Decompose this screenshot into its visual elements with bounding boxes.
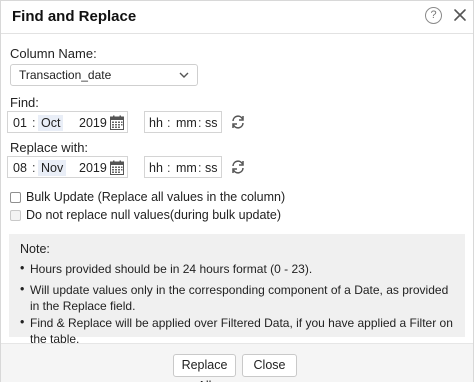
separator: : (167, 161, 171, 175)
find-label: Find: (10, 95, 39, 110)
replace-minute[interactable]: mm (176, 160, 197, 176)
separator: : (32, 116, 36, 130)
replace-time-input[interactable]: hh : mm : ss (144, 156, 222, 178)
bullet-glyph: • (20, 315, 25, 329)
find-hour[interactable]: hh (149, 115, 163, 131)
bulk-update-checkbox[interactable] (10, 192, 21, 203)
replace-date-input[interactable]: 08 : Nov 2019 (7, 156, 128, 178)
column-name-label: Column Name: (10, 46, 97, 61)
replace-year[interactable]: 2019 (79, 160, 107, 176)
find-minute[interactable]: mm (176, 115, 197, 131)
refresh-icon[interactable] (230, 159, 246, 175)
calendar-icon[interactable] (110, 115, 124, 130)
replace-with-label: Replace with: (10, 140, 89, 155)
help-circle-icon[interactable]: ? (425, 7, 442, 24)
replace-hour[interactable]: hh (149, 160, 163, 176)
find-date-input[interactable]: 01 : Oct 2019 (7, 111, 128, 133)
replace-day[interactable]: 08 (13, 160, 27, 176)
close-button[interactable]: Close (242, 354, 297, 377)
note-item: Will update values only in the correspon… (30, 283, 449, 313)
chevron-down-icon (179, 72, 189, 78)
find-time-input[interactable]: hh : mm : ss (144, 111, 222, 133)
skip-null-label: Do not replace null values(during bulk u… (26, 208, 282, 222)
column-name-select[interactable]: Transaction_date (10, 64, 198, 86)
column-name-value: Transaction_date (19, 68, 112, 82)
calendar-icon[interactable] (110, 160, 124, 175)
find-day[interactable]: 01 (13, 115, 27, 131)
skip-null-checkbox (10, 210, 21, 221)
find-replace-dialog: Find and Replace ? Column Name: Transact… (0, 0, 474, 382)
refresh-icon[interactable] (230, 114, 246, 130)
bullet-glyph: • (20, 261, 25, 275)
bulk-update-label: Bulk Update (Replace all values in the c… (26, 190, 286, 204)
separator: : (198, 161, 202, 175)
dialog-title: Find and Replace (12, 8, 137, 25)
dialog-header: Find and Replace ? (1, 1, 473, 34)
find-month[interactable]: Oct (38, 115, 64, 131)
note-box: Note: • Hours provided should be in 24 h… (9, 234, 465, 346)
find-second[interactable]: ss (205, 115, 218, 131)
note-title: Note: (20, 242, 50, 256)
separator: : (32, 161, 36, 175)
note-item: Hours provided should be in 24 hours for… (30, 262, 313, 276)
separator: : (167, 116, 171, 130)
replace-all-button[interactable]: Replace All (173, 354, 236, 382)
find-year[interactable]: 2019 (79, 115, 107, 131)
bullet-glyph: • (20, 282, 25, 296)
separator: : (198, 116, 202, 130)
replace-second[interactable]: ss (205, 160, 218, 176)
close-icon[interactable] (452, 6, 468, 24)
dialog-footer: Replace All Close (1, 343, 473, 382)
replace-month[interactable]: Nov (38, 160, 67, 176)
